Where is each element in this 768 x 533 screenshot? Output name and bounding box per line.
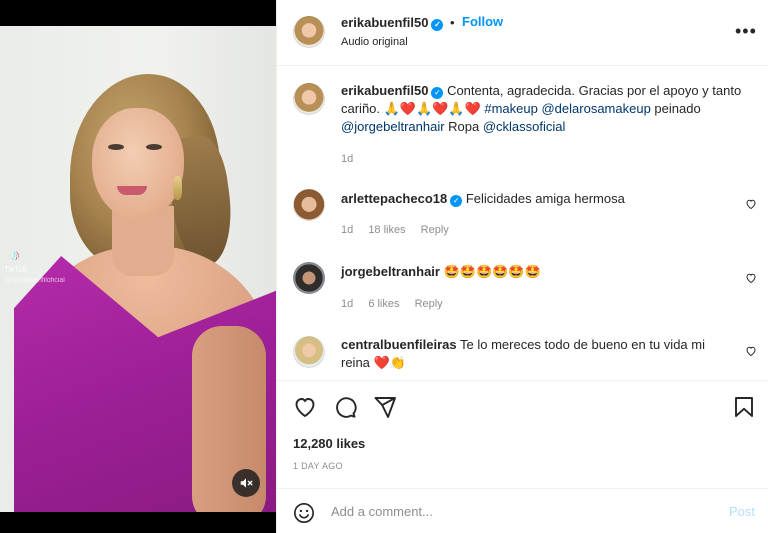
caption-text-2: peinado [650,101,701,116]
like-comment-heart-icon[interactable] [745,272,757,284]
share-send-icon[interactable] [373,395,397,419]
instagram-post-modal: ♪ TikTok @erikabuenfiloficial erikabuenf… [0,0,768,533]
add-comment-bar: Post [277,488,768,533]
comment-username[interactable]: centralbuenfileiras [341,337,457,352]
tiktok-watermark: ♪ TikTok @erikabuenfiloficial [4,248,74,286]
follow-button[interactable]: Follow [462,14,503,29]
verified-badge-icon: ✓ [431,19,444,31]
caption-text-3: Ropa [444,119,483,134]
reply-button[interactable]: Reply [421,224,449,236]
caption-age[interactable]: 1d [341,153,353,165]
tiktok-brand: TikTok [4,265,27,274]
comment-meta: 1d 18 likes Reply [341,224,461,236]
comment-username[interactable]: arlettepacheco18 [341,191,447,206]
post-timestamp[interactable]: 1 DAY AGO [293,461,343,471]
comment-username[interactable]: jorgebeltranhair [341,264,440,279]
like-heart-icon[interactable] [293,395,317,419]
caption-meta: 1d [341,153,365,165]
comment-likes[interactable]: 18 likes [368,224,405,236]
post-comment-button[interactable]: Post [729,504,755,519]
verified-badge-icon: ✓ [450,195,463,207]
video-subject-eye-left [108,144,124,150]
video-subject-eye-right [146,144,162,150]
comment: jorgebeltranhair 🤩🤩🤩🤩🤩🤩 [341,263,731,281]
verified-badge-icon: ✓ [431,87,444,99]
tiktok-logo-icon: ♪ [12,247,20,264]
video-subject-face [92,108,184,220]
comment-bubble-icon[interactable] [333,395,357,419]
comment-age[interactable]: 1d [341,224,353,236]
save-bookmark-icon[interactable] [733,395,755,419]
caption: erikabuenfil50 ✓ Contenta, agradecida. Gr… [341,82,753,136]
mention-cklassoficial-link[interactable]: @cklassoficial [483,119,566,134]
author-avatar[interactable] [293,16,325,48]
comment: centralbuenfileiras Te lo mereces todo d… [341,336,725,372]
reply-button[interactable]: Reply [415,298,443,310]
caption-author-avatar[interactable] [293,83,325,115]
author-username[interactable]: erikabuenfil50 [341,15,428,30]
comment-avatar[interactable] [293,336,325,368]
more-options-icon[interactable]: ••• [735,22,757,40]
comment-avatar[interactable] [293,262,325,294]
post-actions: 12,280 likes 1 DAY AGO [277,380,768,488]
like-comment-heart-icon[interactable] [745,198,757,210]
video-subject-earring [173,176,182,200]
hashtag-makeup-link[interactable]: #makeup [484,101,537,116]
tiktok-handle: @erikabuenfiloficial [4,277,65,284]
comment-avatar[interactable] [293,189,325,221]
comment-age[interactable]: 1d [341,298,353,310]
post-header: erikabuenfil50 ✓ • Follow Audio original … [277,0,768,66]
comments-list[interactable]: erikabuenfil50 ✓ Contenta, agradecida. Gr… [277,67,768,380]
comment-likes[interactable]: 6 likes [368,298,399,310]
comment-meta: 1d 6 likes Reply [341,298,455,310]
comment: arlettepacheco18 ✓ Felicidades amiga herm… [341,190,731,208]
speaker-muted-icon [240,478,253,488]
post-media[interactable]: ♪ TikTok @erikabuenfiloficial [0,0,276,533]
mute-toggle-button[interactable] [232,469,260,497]
like-comment-heart-icon[interactable] [745,345,757,357]
mention-delarosamakeup-link[interactable]: @delarosamakeup [541,101,650,116]
post-details-panel: erikabuenfil50 ✓ • Follow Audio original … [276,0,768,533]
emoji-smiley-icon[interactable] [293,502,315,524]
author-username-row: erikabuenfil50 ✓ [341,15,444,31]
video-subject-mouth [117,186,147,195]
mention-jorgebeltranhair-link[interactable]: @jorgebeltranhair [341,119,445,134]
audio-link[interactable]: Audio original [341,36,408,48]
caption-author-username[interactable]: erikabuenfil50 [341,83,428,98]
comment-text: Felicidades amiga hermosa [465,191,625,206]
likes-count[interactable]: 12,280 likes [293,436,365,451]
comment-text: 🤩🤩🤩🤩🤩🤩 [443,264,541,279]
separator-dot: • [450,15,455,30]
comment-input[interactable] [331,501,711,521]
